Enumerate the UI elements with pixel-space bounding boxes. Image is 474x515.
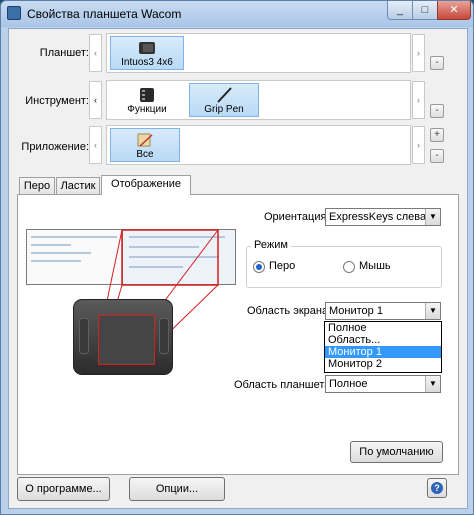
tablet-strip: Intuos3 4x6 — [106, 33, 411, 73]
about-button[interactable]: О программе... — [17, 477, 110, 501]
screen-preview — [26, 229, 236, 285]
tab-eraser[interactable]: Ластик — [56, 177, 100, 195]
tablet-active-area — [98, 315, 155, 365]
screen-area-option-monitor-2[interactable]: Монитор 2 — [325, 358, 441, 370]
mode-mouse-radio[interactable] — [343, 261, 355, 273]
tablet-tile-intuos3[interactable]: Intuos3 4x6 — [110, 36, 184, 70]
chevron-down-icon: ▼ — [425, 303, 440, 319]
screen-area-option-monitor-1[interactable]: Монитор 1 — [325, 346, 441, 358]
chevron-down-icon: ▼ — [425, 209, 440, 225]
orientation-label: Ориентация: — [264, 211, 330, 223]
mode-mouse-label: Мышь — [359, 260, 391, 272]
tab-pen[interactable]: Перо — [19, 177, 55, 195]
app-tile-all[interactable]: Все — [110, 128, 180, 162]
tablet-preview — [73, 299, 173, 375]
tablet-icon — [139, 42, 155, 54]
window-title: Свойства планшета Wacom — [27, 7, 182, 21]
tool-row-label: Инструмент: — [25, 95, 89, 107]
app-next-arrow[interactable]: › — [412, 126, 425, 164]
mode-group-title: Режим — [251, 239, 291, 251]
tool-strip: Функции Grip Pen — [106, 80, 411, 120]
help-button[interactable]: ? — [427, 478, 447, 498]
chevron-down-icon: ▼ — [425, 376, 440, 392]
tool-prev-arrow[interactable]: ‹ — [89, 81, 102, 119]
wacom-properties-window: Свойства планшета Wacom _ □ ✕ Планшет: ‹… — [0, 0, 474, 515]
screen-area-option-area[interactable]: Область... — [325, 334, 441, 346]
app-remove-button[interactable]: - — [430, 149, 444, 163]
screen-area-dropdown: Полное Область... Монитор 1 Монитор 2 — [324, 321, 442, 373]
tab-mapping[interactable]: Отображение — [101, 175, 191, 195]
tool-tile-label-grip-pen: Grip Pen — [204, 104, 244, 115]
orientation-value: ExpressKeys слева — [329, 211, 427, 223]
tablet-tile-label: Intuos3 4x6 — [121, 57, 173, 68]
maximize-button[interactable]: □ — [412, 1, 438, 20]
all-apps-icon — [137, 133, 153, 147]
minimize-button[interactable]: _ — [387, 1, 413, 20]
wacom-app-icon — [7, 6, 21, 20]
tablet-next-arrow[interactable]: › — [412, 34, 425, 72]
monitor-1-preview — [27, 230, 123, 284]
help-icon: ? — [431, 482, 443, 494]
title-bar[interactable]: Свойства планшета Wacom _ □ ✕ — [1, 1, 473, 27]
app-tile-label: Все — [136, 149, 154, 160]
tool-tile-functions[interactable]: Функции — [110, 83, 184, 117]
expresskeys-right — [159, 318, 169, 354]
tool-tile-label-functions: Функции — [127, 104, 167, 115]
screen-area-select[interactable]: Монитор 1 ▼ — [325, 302, 441, 320]
pen-icon — [217, 87, 232, 103]
tool-remove-button[interactable]: - — [430, 104, 444, 118]
mode-pen-label: Перо — [269, 260, 296, 272]
tool-tile-grip-pen[interactable]: Grip Pen — [189, 83, 259, 117]
screen-area-label: Область экрана: — [247, 305, 332, 317]
app-add-button[interactable]: + — [430, 128, 444, 142]
tablet-prev-arrow[interactable]: ‹ — [89, 34, 102, 72]
monitor-2-preview — [123, 230, 235, 284]
orientation-select[interactable]: ExpressKeys слева ▼ — [325, 208, 441, 226]
tablet-area-label: Область планшета: — [234, 379, 334, 391]
tablet-area-value: Полное — [329, 378, 368, 390]
options-button[interactable]: Опции... — [129, 477, 225, 501]
mode-group: Режим Перо Мышь — [246, 239, 442, 288]
close-button[interactable]: ✕ — [437, 1, 471, 20]
tablet-remove-button[interactable]: - — [430, 56, 444, 70]
default-button[interactable]: По умолчанию — [350, 441, 443, 463]
tablet-row-label: Планшет: — [39, 47, 89, 59]
screen-area-value: Монитор 1 — [329, 305, 383, 317]
mode-pen-radio[interactable] — [253, 261, 265, 273]
app-strip: Все — [106, 125, 411, 165]
functions-icon — [140, 88, 154, 102]
app-row-label: Приложение: — [21, 141, 89, 153]
tool-next-arrow[interactable]: › — [412, 81, 425, 119]
screen-area-option-full[interactable]: Полное — [325, 322, 441, 334]
tablet-area-select[interactable]: Полное ▼ — [325, 375, 441, 393]
app-prev-arrow[interactable]: ‹ — [89, 126, 102, 164]
dialog-client-area: Планшет: ‹ Intuos3 4x6 › - Инструмент: ‹… — [8, 28, 468, 509]
expresskeys-left — [79, 318, 89, 354]
